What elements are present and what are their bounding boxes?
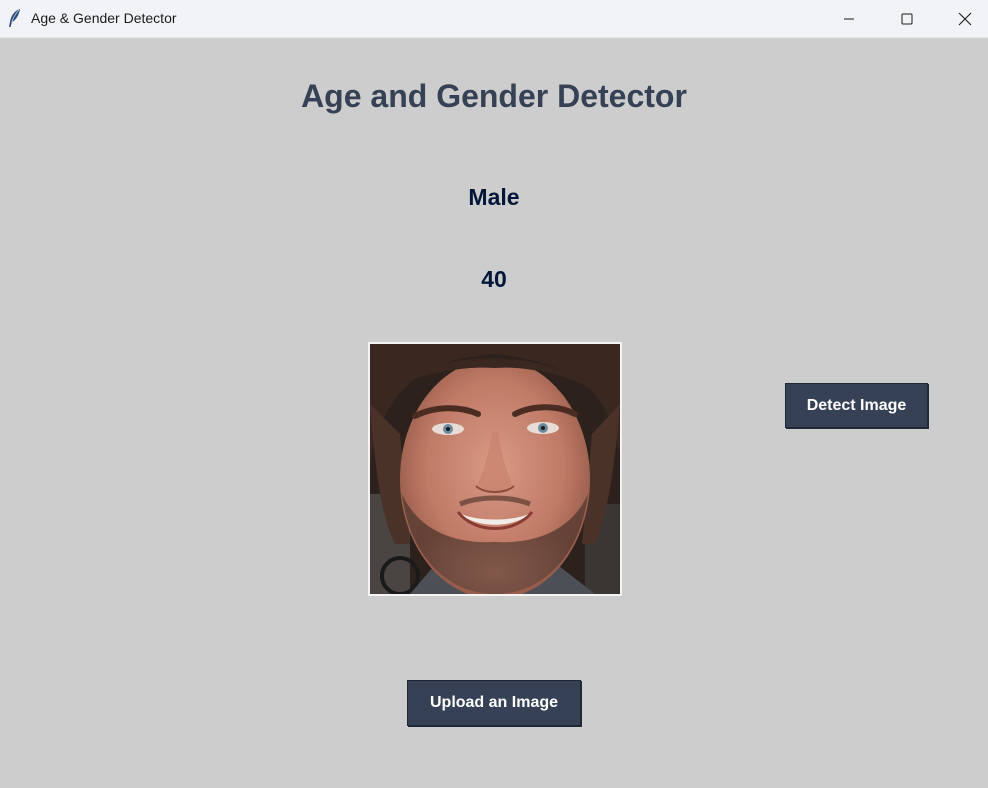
minimize-icon [843,13,855,25]
close-icon [958,12,972,26]
page-title: Age and Gender Detector [301,78,687,114]
upload-image-button[interactable]: Upload an Image [407,680,581,726]
maximize-button[interactable] [884,0,930,37]
window-title: Age & Gender Detector [31,10,177,26]
close-button[interactable] [942,0,988,37]
app-window: Age & Gender Detector Age and Gender Det… [0,0,988,788]
feather-icon [7,8,23,28]
detect-image-button[interactable]: Detect Image [785,383,928,428]
title-bar[interactable]: Age & Gender Detector [0,0,988,38]
minimize-button[interactable] [826,0,872,37]
maximize-icon [901,13,913,25]
gender-result: Male [468,184,520,210]
age-result: 40 [481,266,507,292]
uploaded-face-image [368,342,622,596]
